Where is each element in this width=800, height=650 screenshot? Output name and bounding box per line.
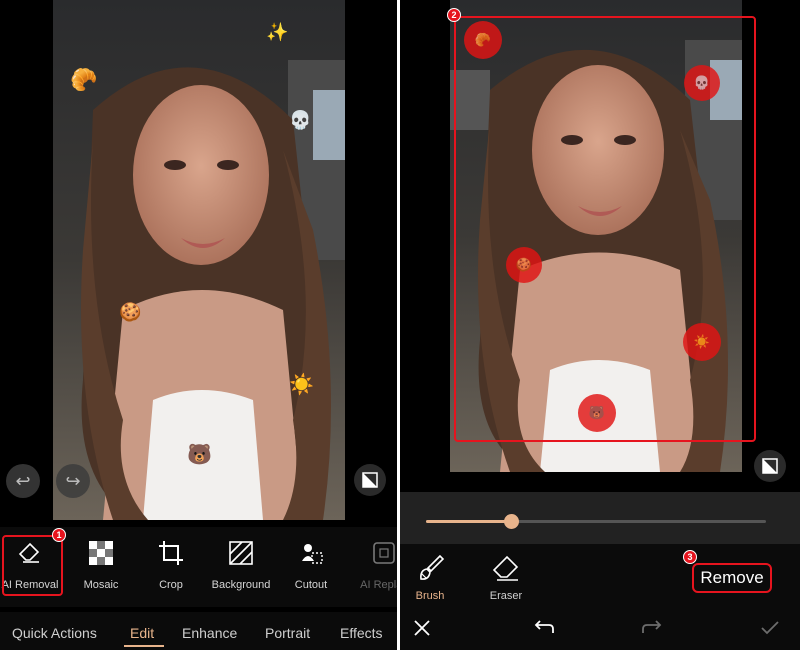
step-badge-3: 3	[683, 550, 697, 564]
tool-cutout[interactable]: Cutout	[271, 539, 351, 591]
compare-icon	[362, 472, 378, 488]
tool-label: AI Replac	[360, 579, 397, 591]
highlight-ai-removal	[2, 535, 63, 596]
check-icon[interactable]	[758, 616, 782, 640]
compare-button[interactable]	[354, 464, 386, 496]
tool-eraser[interactable]: Eraser	[476, 552, 536, 602]
tool-brush[interactable]: Brush	[400, 552, 460, 602]
tab-edit[interactable]: Edit	[130, 625, 154, 641]
brush-icon	[420, 554, 445, 580]
brush-size-panel	[400, 492, 800, 544]
slider-thumb[interactable]	[504, 514, 519, 529]
undo-button[interactable]: ↩	[6, 464, 40, 498]
tool-label: Eraser	[489, 590, 523, 602]
tool-label: Brush	[415, 590, 445, 602]
tool-background[interactable]: Background	[201, 539, 281, 591]
tab-enhance[interactable]: Enhance	[182, 625, 237, 641]
step-badge-2: 2	[447, 8, 461, 22]
redo-button[interactable]: ↪	[56, 464, 90, 498]
bottom-action-bar	[400, 606, 800, 650]
active-tab-indicator	[124, 645, 164, 647]
compare-button[interactable]	[754, 450, 786, 482]
eraser-icon	[492, 555, 519, 581]
redo-icon[interactable]	[640, 616, 664, 640]
tool-label: Mosaic	[83, 579, 119, 591]
ai-replace-icon	[370, 539, 397, 567]
left-editor-panel: 🥐 ✨ 💀 🍪 ☀️ 🐻 ↩ ↪ AI Removal Mosaic Crop …	[0, 0, 397, 650]
tool-label: Background	[211, 579, 271, 591]
tab-portrait[interactable]: Portrait	[265, 625, 310, 641]
cutout-icon	[297, 539, 325, 567]
undo-icon: ↩	[15, 470, 31, 492]
tab-effects[interactable]: Effects	[340, 625, 383, 641]
slider-fill	[426, 520, 511, 523]
tool-mosaic[interactable]: Mosaic	[61, 539, 141, 591]
redo-icon: ↪	[65, 470, 81, 492]
step-badge-1: 1	[52, 528, 66, 542]
tool-label: Cutout	[294, 579, 328, 591]
compare-icon	[762, 458, 778, 474]
bear-emoji[interactable]: 🐻	[187, 444, 212, 464]
brush-size-slider[interactable]	[426, 514, 766, 529]
tool-ai-replace[interactable]: AI Replac	[344, 539, 397, 591]
cookie-emoji[interactable]: 🍪	[119, 304, 141, 322]
category-tabs: Quick Actions Edit Enhance Portrait Effe…	[0, 612, 397, 650]
undo-icon[interactable]	[532, 616, 556, 640]
croissant-emoji[interactable]: 🥐	[70, 70, 97, 92]
tool-crop[interactable]: Crop	[131, 539, 211, 591]
right-editor-panel: 🥐 💀 🍪 ☀️ 🐻 2 Brush Eraser Remove 3	[400, 0, 800, 650]
close-icon[interactable]	[410, 616, 434, 640]
tool-label: Crop	[159, 579, 183, 591]
background-icon	[227, 539, 255, 567]
tab-quick-actions[interactable]: Quick Actions	[12, 625, 97, 641]
skull-emoji[interactable]: 💀	[289, 112, 311, 130]
mosaic-icon	[87, 539, 115, 567]
sun-emoji[interactable]: ☀️	[289, 374, 314, 394]
remove-button[interactable]: Remove	[692, 563, 772, 593]
brush-tools: Brush Eraser Remove 3	[400, 544, 800, 606]
crop-icon	[157, 539, 185, 567]
highlight-marked-area	[454, 16, 756, 442]
sparkles-emoji[interactable]: ✨	[266, 24, 288, 42]
